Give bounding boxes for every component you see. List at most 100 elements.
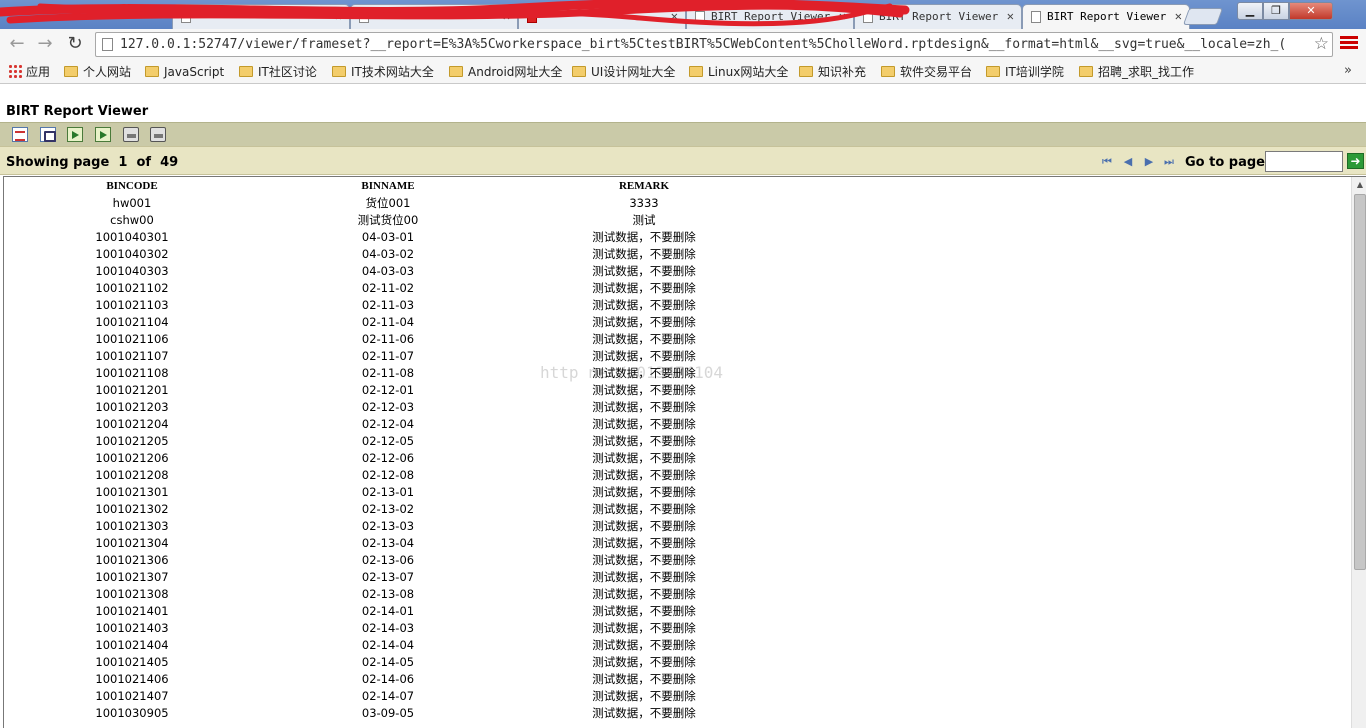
binname-cell: 02-11-08 <box>361 365 415 380</box>
bookmark-star-icon[interactable]: ☆ <box>1314 34 1329 54</box>
bookmark-label: 知识补充 <box>818 65 867 79</box>
bookmark-folder[interactable]: IT社区讨论 <box>239 63 317 81</box>
export-report-icon[interactable] <box>95 127 111 142</box>
bookmark-label: Linux网站大全 <box>708 65 789 79</box>
browser-tab-csdn[interactable]: ✕ <box>518 4 686 29</box>
bookmark-folder[interactable]: JavaScript <box>145 63 224 81</box>
browser-menu-icon[interactable] <box>1340 34 1358 52</box>
remark-cell: 测试数据，不要删除 <box>592 518 696 533</box>
remark-cell: 测试数据，不要删除 <box>592 416 696 431</box>
bincode-cell: 1001021107 <box>95 348 169 363</box>
maximize-button[interactable]: ❐ <box>1263 2 1289 20</box>
url-bar[interactable]: 127.0.0.1:52747/viewer/frameset?__report… <box>95 32 1333 57</box>
tab-title: BIRT Report Viewer <box>1047 10 1167 23</box>
browser-tab-birt-active[interactable]: BIRT Report Viewer ✕ <box>1022 4 1190 29</box>
bookmark-folder[interactable]: 软件交易平台 <box>881 63 972 81</box>
bookmark-label: 应用 <box>26 65 51 79</box>
bincode-cell: 1001021306 <box>95 552 169 567</box>
table-row: 1001021307 02-13-07 测试数据，不要删除 <box>4 568 772 585</box>
bookmark-folder[interactable]: 知识补充 <box>799 63 866 81</box>
bookmark-label: 招聘_求职_找工作 <box>1098 65 1195 79</box>
remark-cell: 测试数据，不要删除 <box>592 569 696 584</box>
vertical-scrollbar[interactable]: ▲ <box>1351 177 1366 728</box>
bincode-cell: 1001021108 <box>95 365 169 380</box>
toc-icon[interactable] <box>12 127 28 142</box>
url-text[interactable]: 127.0.0.1:52747/viewer/frameset?__report… <box>120 37 1310 52</box>
binname-cell: 02-12-01 <box>361 382 415 397</box>
bincode-cell: 1001021208 <box>95 467 169 482</box>
next-page-icon[interactable]: ▶ <box>1142 155 1156 169</box>
remark-cell: 测试数据，不要删除 <box>592 331 696 346</box>
bincode-cell: 1001040303 <box>95 263 169 278</box>
remark-cell: 测试数据，不要删除 <box>592 654 696 669</box>
bincode-cell: 1001021206 <box>95 450 169 465</box>
print-icon[interactable] <box>123 127 139 142</box>
report-frame[interactable]: http net/u013474104 BINCODE BINNAME REMA… <box>3 176 1366 728</box>
binname-cell: 02-11-03 <box>361 297 415 312</box>
last-page-icon[interactable]: ⏭ <box>1162 155 1176 169</box>
bookmark-folder[interactable]: Linux网站大全 <box>689 63 788 81</box>
bookmark-folder[interactable]: IT培训学院 <box>986 63 1064 81</box>
table-row: 1001021306 02-13-06 测试数据，不要删除 <box>4 551 772 568</box>
page-icon <box>359 11 369 23</box>
bincode-cell: hw001 <box>112 195 152 210</box>
bookmarks-overflow-button[interactable]: » <box>1344 63 1352 78</box>
folder-icon <box>64 66 78 77</box>
remark-cell: 测试数据，不要删除 <box>592 263 696 278</box>
tab-title: BIRT Report Viewer <box>711 10 831 23</box>
table-row: 1001021108 02-11-08 测试数据，不要删除 <box>4 364 772 381</box>
bincode-cell: 1001021303 <box>95 518 169 533</box>
parameter-icon[interactable] <box>40 127 56 142</box>
previous-page-icon[interactable]: ◀ <box>1121 155 1135 169</box>
bookmark-folder[interactable]: 个人网站 <box>64 63 131 81</box>
new-tab-button[interactable] <box>1182 8 1224 25</box>
browser-tab-2[interactable]: ✕ <box>350 4 518 29</box>
bookmark-folder[interactable]: Android网址大全 <box>449 63 562 81</box>
minimize-button[interactable]: ▁ <box>1237 2 1263 20</box>
bookmarks-bar: 应用 个人网站 JavaScript IT社区讨论 IT技术网站大全 Andro… <box>0 60 1366 84</box>
page-icon <box>863 11 873 23</box>
close-tab-icon[interactable]: ✕ <box>1007 9 1014 23</box>
reload-icon[interactable]: ↻ <box>63 33 87 55</box>
bincode-cell: 1001021403 <box>95 620 169 635</box>
bincode-cell: 1001021301 <box>95 484 169 499</box>
browser-tab-1[interactable]: ✕ <box>172 4 350 29</box>
remark-cell: 测试数据，不要删除 <box>592 501 696 516</box>
bookmark-folder[interactable]: 招聘_求职_找工作 <box>1079 63 1194 81</box>
first-page-icon[interactable]: ⏮ <box>1100 155 1114 169</box>
bookmark-apps[interactable]: 应用 <box>8 63 50 81</box>
goto-page-input[interactable] <box>1265 151 1343 172</box>
close-tab-icon[interactable]: ✕ <box>1175 9 1182 23</box>
browser-tab-birt-2[interactable]: BIRT Report Viewer ✕ <box>854 4 1022 29</box>
report-table: BINCODE BINNAME REMARK hw001 货位001 3333 csh… <box>4 177 772 721</box>
table-row: 1001021208 02-12-08 测试数据，不要删除 <box>4 466 772 483</box>
forward-arrow-icon[interactable]: → <box>33 33 57 55</box>
close-tab-icon[interactable]: ✕ <box>335 9 342 23</box>
bincode-cell: 1001021205 <box>95 433 169 448</box>
bincode-cell: 1001021405 <box>95 654 169 669</box>
bookmark-folder[interactable]: UI设计网址大全 <box>572 63 675 81</box>
export-data-icon[interactable] <box>67 127 83 142</box>
close-tab-icon[interactable]: ✕ <box>839 9 846 23</box>
remark-cell: 测试数据，不要删除 <box>592 671 696 686</box>
print-server-icon[interactable] <box>150 127 166 142</box>
scroll-up-icon[interactable]: ▲ <box>1352 177 1366 193</box>
bincode-cell: 1001021203 <box>95 399 169 414</box>
browser-tab-birt-1[interactable]: BIRT Report Viewer ✕ <box>686 4 854 29</box>
goto-page-button[interactable]: ➜ <box>1347 153 1364 169</box>
table-row: 1001021308 02-13-08 测试数据，不要删除 <box>4 585 772 602</box>
folder-icon <box>986 66 1000 77</box>
close-tab-icon[interactable]: ✕ <box>503 9 510 23</box>
bookmark-folder[interactable]: IT技术网站大全 <box>332 63 434 81</box>
scrollbar-thumb[interactable] <box>1354 194 1366 570</box>
folder-icon <box>239 66 253 77</box>
folder-icon <box>572 66 586 77</box>
window-close-button[interactable]: ✕ <box>1289 2 1333 20</box>
bookmark-label: IT培训学院 <box>1005 65 1064 79</box>
close-tab-icon[interactable]: ✕ <box>671 9 678 23</box>
bookmark-label: IT技术网站大全 <box>351 65 434 79</box>
bincode-cell: 1001021302 <box>95 501 169 516</box>
remark-cell: 测试数据，不要删除 <box>592 365 696 380</box>
back-arrow-icon[interactable]: ← <box>5 33 29 55</box>
folder-icon <box>689 66 703 77</box>
